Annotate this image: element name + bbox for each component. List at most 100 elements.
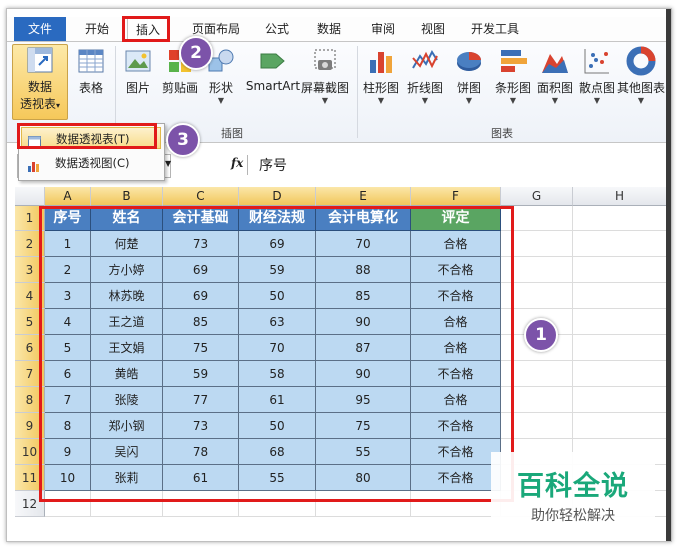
table-cell[interactable]: 87 <box>316 335 411 361</box>
table-cell[interactable]: 88 <box>316 257 411 283</box>
row-header[interactable]: 4 <box>15 283 45 309</box>
pivot-table-button[interactable]: 数据 透视表▾ <box>12 44 68 120</box>
tab-formulas[interactable]: 公式 <box>260 17 294 41</box>
table-cell[interactable]: 55 <box>316 439 411 465</box>
empty-cell[interactable] <box>573 309 667 335</box>
area-chart-button[interactable]: 面积图 ▼ <box>535 46 575 106</box>
insert-function-icon[interactable]: fx <box>231 156 243 170</box>
table-header-cell[interactable]: 评定 <box>411 206 501 231</box>
table-cell[interactable]: 何楚 <box>91 231 163 257</box>
table-cell[interactable]: 80 <box>316 465 411 491</box>
line-chart-button[interactable]: 折线图 ▼ <box>405 46 445 106</box>
table-button[interactable]: 表格 <box>71 46 111 96</box>
empty-cell[interactable] <box>501 361 573 387</box>
column-header[interactable]: G <box>501 187 573 206</box>
table-cell[interactable]: 63 <box>239 309 316 335</box>
table-cell[interactable]: 69 <box>239 231 316 257</box>
table-cell[interactable]: 90 <box>316 361 411 387</box>
column-header[interactable]: F <box>411 187 501 206</box>
table-cell[interactable]: 2 <box>45 257 91 283</box>
empty-cell[interactable] <box>573 283 667 309</box>
table-cell[interactable]: 黄皓 <box>91 361 163 387</box>
row-header[interactable]: 11 <box>15 465 45 491</box>
table-cell[interactable]: 合格 <box>411 387 501 413</box>
table-cell[interactable]: 75 <box>316 413 411 439</box>
row-header[interactable]: 3 <box>15 257 45 283</box>
table-cell[interactable]: 68 <box>239 439 316 465</box>
empty-cell[interactable] <box>573 387 667 413</box>
table-cell[interactable]: 55 <box>239 465 316 491</box>
table-cell[interactable]: 4 <box>45 309 91 335</box>
table-cell[interactable]: 1 <box>45 231 91 257</box>
table-cell[interactable]: 69 <box>163 257 239 283</box>
table-cell[interactable]: 75 <box>163 335 239 361</box>
table-cell[interactable]: 70 <box>316 231 411 257</box>
table-cell[interactable]: 9 <box>45 439 91 465</box>
column-header[interactable]: C <box>163 187 239 206</box>
table-cell[interactable]: 王文娟 <box>91 335 163 361</box>
tab-review[interactable]: 审阅 <box>366 17 400 41</box>
column-chart-button[interactable]: 柱形图 ▼ <box>361 46 401 106</box>
table-cell[interactable]: 张莉 <box>91 465 163 491</box>
table-cell[interactable]: 不合格 <box>411 283 501 309</box>
table-cell[interactable]: 5 <box>45 335 91 361</box>
empty-cell[interactable] <box>501 257 573 283</box>
empty-cell[interactable] <box>411 491 501 517</box>
table-cell[interactable]: 6 <box>45 361 91 387</box>
row-header[interactable]: 5 <box>15 309 45 335</box>
name-box-dropdown-icon[interactable]: ▼ <box>165 159 171 168</box>
column-header[interactable]: D <box>239 187 316 206</box>
row-header[interactable]: 8 <box>15 387 45 413</box>
empty-cell[interactable] <box>501 413 573 439</box>
table-cell[interactable]: 69 <box>163 283 239 309</box>
row-header[interactable]: 7 <box>15 361 45 387</box>
table-cell[interactable]: 7 <box>45 387 91 413</box>
formula-content[interactable]: 序号 <box>259 155 287 175</box>
table-cell[interactable]: 50 <box>239 413 316 439</box>
pie-chart-button[interactable]: 饼图 ▼ <box>451 46 487 106</box>
empty-cell[interactable] <box>239 491 316 517</box>
table-cell[interactable]: 70 <box>239 335 316 361</box>
row-header[interactable]: 12 <box>15 491 45 517</box>
empty-cell[interactable] <box>501 206 573 231</box>
menu-item-pivot-chart[interactable]: 数据透视图(C) <box>21 152 161 174</box>
table-cell[interactable]: 不合格 <box>411 257 501 283</box>
table-cell[interactable]: 61 <box>239 387 316 413</box>
tab-file[interactable]: 文件 <box>14 17 66 41</box>
picture-button[interactable]: 图片 <box>121 46 155 96</box>
table-cell[interactable]: 8 <box>45 413 91 439</box>
column-header[interactable]: H <box>573 187 667 206</box>
other-charts-button[interactable]: 其他图表 ▼ <box>615 46 667 106</box>
tab-home[interactable]: 开始 <box>79 17 115 41</box>
empty-cell[interactable] <box>573 361 667 387</box>
empty-cell[interactable] <box>501 283 573 309</box>
empty-cell[interactable] <box>316 491 411 517</box>
table-cell[interactable]: 不合格 <box>411 413 501 439</box>
screenshot-button[interactable]: 屏幕截图 ▼ <box>299 46 351 106</box>
empty-cell[interactable] <box>573 335 667 361</box>
table-cell[interactable]: 合格 <box>411 231 501 257</box>
tab-insert[interactable]: 插入 <box>127 17 169 43</box>
table-header-cell[interactable]: 会计基础 <box>163 206 239 231</box>
table-header-cell[interactable]: 姓名 <box>91 206 163 231</box>
tab-view[interactable]: 视图 <box>416 17 450 41</box>
empty-cell[interactable] <box>573 413 667 439</box>
table-header-cell[interactable]: 财经法规 <box>239 206 316 231</box>
table-cell[interactable]: 77 <box>163 387 239 413</box>
table-cell[interactable]: 林苏晚 <box>91 283 163 309</box>
table-cell[interactable]: 59 <box>239 257 316 283</box>
table-cell[interactable]: 不合格 <box>411 439 501 465</box>
empty-cell[interactable] <box>163 491 239 517</box>
table-cell[interactable]: 不合格 <box>411 361 501 387</box>
bar-chart-button[interactable]: 条形图 ▼ <box>493 46 533 106</box>
row-header[interactable]: 1 <box>15 206 45 231</box>
table-cell[interactable]: 10 <box>45 465 91 491</box>
table-cell[interactable]: 90 <box>316 309 411 335</box>
row-header[interactable]: 2 <box>15 231 45 257</box>
select-all-corner[interactable] <box>15 187 45 206</box>
table-cell[interactable]: 58 <box>239 361 316 387</box>
table-cell[interactable]: 吴闪 <box>91 439 163 465</box>
table-header-cell[interactable]: 会计电算化 <box>316 206 411 231</box>
menu-item-pivot-table[interactable]: 数据透视表(T) <box>21 127 161 149</box>
column-header[interactable]: E <box>316 187 411 206</box>
